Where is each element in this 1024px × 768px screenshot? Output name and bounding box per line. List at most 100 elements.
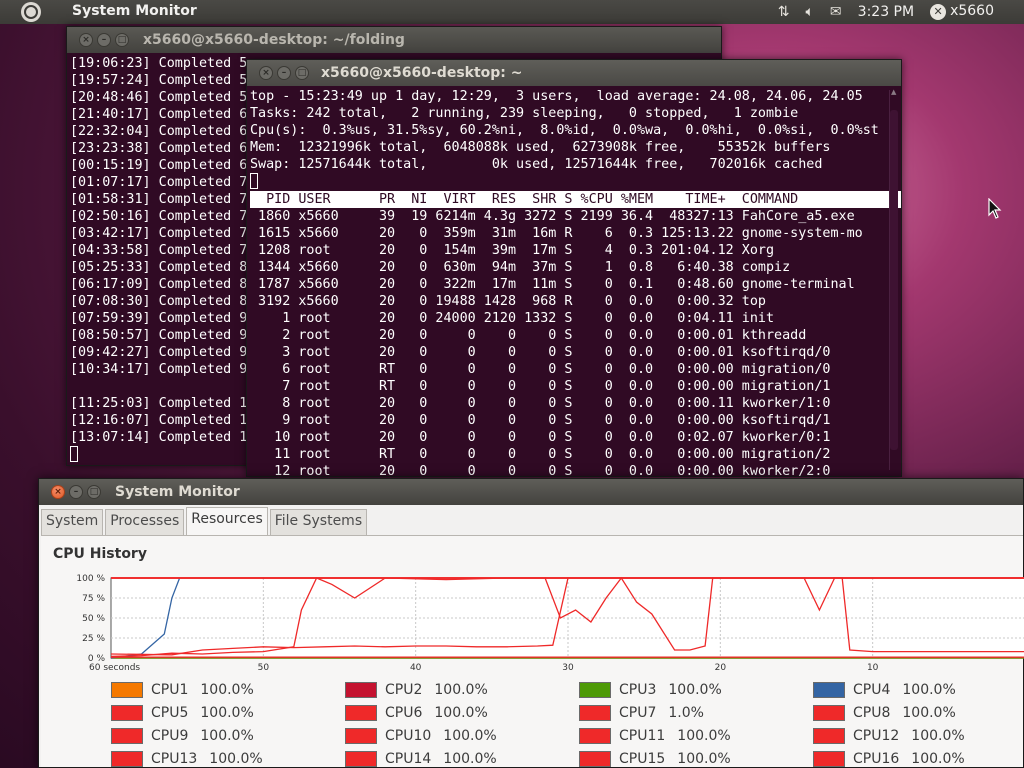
- clock[interactable]: 3:23 PM: [858, 4, 914, 20]
- color-swatch-button[interactable]: [345, 751, 377, 767]
- x-tick-label: 30: [562, 663, 574, 673]
- color-swatch-button[interactable]: [579, 682, 611, 698]
- legend-item-cpu14: CPU14 100.0%: [345, 751, 497, 767]
- top-summary-line: top - 15:23:49 up 1 day, 12:29, 3 users,…: [250, 89, 863, 104]
- color-swatch-button[interactable]: [345, 705, 377, 721]
- color-swatch-button[interactable]: [345, 682, 377, 698]
- tab-bar: System Processes Resources File Systems: [41, 507, 369, 535]
- legend-label: CPU4: [853, 682, 891, 698]
- process-row: 12 root 20 0 0 0 0 S 0 0.0 0:00.00 kwork…: [250, 464, 831, 476]
- legend-item-cpu7: CPU7 1.0%: [579, 705, 704, 721]
- legend-item-cpu5: CPU5 100.0%: [111, 705, 254, 721]
- legend-label: CPU6: [385, 705, 423, 721]
- legend-item-cpu2: CPU2 100.0%: [345, 682, 488, 698]
- color-swatch-button[interactable]: [111, 751, 143, 767]
- top-summary-line: Tasks: 242 total, 2 running, 239 sleepin…: [250, 106, 799, 121]
- legend-item-cpu10: CPU10 100.0%: [345, 728, 497, 744]
- legend-label: CPU1: [151, 682, 189, 698]
- minimize-button[interactable]: –: [69, 485, 83, 499]
- process-row: 1208 root 20 0 154m 39m 17m S 4 0.3 201:…: [250, 243, 775, 258]
- window-title: System Monitor: [115, 484, 240, 500]
- legend-value: 100.0%: [911, 751, 965, 767]
- legend-item-cpu4: CPU4 100.0%: [813, 682, 956, 698]
- tab-processes[interactable]: Processes: [105, 509, 185, 535]
- color-swatch-button[interactable]: [813, 728, 845, 744]
- user-name: x5660: [950, 3, 994, 19]
- process-row: 10 root 20 0 0 0 0 S 0 0.0 0:02.07 kwork…: [250, 430, 831, 445]
- legend-label: CPU2: [385, 682, 423, 698]
- legend-label: CPU8: [853, 705, 891, 721]
- legend-item-cpu8: CPU8 100.0%: [813, 705, 956, 721]
- tab-resources[interactable]: Resources: [186, 507, 268, 535]
- scrollbar-thumb[interactable]: [890, 110, 898, 450]
- color-swatch-button[interactable]: [345, 728, 377, 744]
- legend-label: CPU5: [151, 705, 189, 721]
- top-summary-line: Swap: 12571644k total, 0k used, 12571644…: [250, 157, 823, 172]
- color-swatch-button[interactable]: [813, 682, 845, 698]
- close-button[interactable]: ×: [51, 485, 65, 499]
- mouse-pointer-icon: [988, 198, 1002, 219]
- window-title: x5660@x5660-desktop: ~/folding: [143, 32, 405, 48]
- top-summary-line: Cpu(s): 0.3%us, 31.5%sy, 60.2%ni, 8.0%id…: [250, 123, 879, 138]
- legend-label: CPU15: [619, 751, 666, 767]
- mail-icon[interactable]: ✉: [830, 4, 842, 20]
- color-swatch-button[interactable]: [111, 728, 143, 744]
- color-swatch-button[interactable]: [579, 728, 611, 744]
- system-monitor-window[interactable]: × – □ System Monitor System Processes Re…: [38, 478, 1024, 768]
- terminal-scrollbar[interactable]: [889, 88, 899, 470]
- legend-label: CPU10: [385, 728, 432, 744]
- color-swatch-button[interactable]: [111, 705, 143, 721]
- legend-label: CPU12: [853, 728, 900, 744]
- minimize-button[interactable]: –: [277, 66, 291, 80]
- maximize-button[interactable]: □: [295, 66, 309, 80]
- x-tick-label: 20: [715, 663, 727, 673]
- legend-value: 100.0%: [677, 751, 731, 767]
- legend-value: 100.0%: [434, 682, 488, 698]
- session-icon: ✕: [930, 4, 947, 20]
- maximize-button[interactable]: □: [115, 33, 129, 47]
- process-row: 6 root RT 0 0 0 0 S 0 0.0 0:00.00 migrat…: [250, 362, 831, 377]
- network-icon[interactable]: ⇅: [778, 4, 790, 20]
- window-controls: × – □: [259, 66, 309, 80]
- legend-value: 100.0%: [200, 705, 254, 721]
- panel-indicators: ⇅ 🔈︎ ✉ 3:23 PM ✕ x5660: [778, 3, 994, 20]
- legend-item-cpu15: CPU15 100.0%: [579, 751, 731, 767]
- legend-value: 100.0%: [668, 682, 722, 698]
- maximize-button[interactable]: □: [87, 485, 101, 499]
- close-button[interactable]: ×: [259, 66, 273, 80]
- terminal-cursor: [250, 173, 258, 189]
- top-output[interactable]: top - 15:23:49 up 1 day, 12:29, 3 users,…: [247, 86, 901, 476]
- tab-system[interactable]: System: [41, 509, 104, 535]
- window-titlebar[interactable]: × – □ x5660@x5660-desktop: ~/folding: [67, 27, 721, 53]
- window-titlebar[interactable]: × – □ System Monitor: [39, 479, 1023, 505]
- color-swatch-button[interactable]: [579, 705, 611, 721]
- user-menu[interactable]: ✕ x5660: [930, 3, 994, 20]
- x-tick-label: 50: [258, 663, 270, 673]
- legend-value: 100.0%: [209, 751, 263, 767]
- window-titlebar[interactable]: × – □ x5660@x5660-desktop: ~: [247, 60, 901, 86]
- minimize-button[interactable]: –: [97, 33, 111, 47]
- terminal-window-home[interactable]: × – □ x5660@x5660-desktop: ~ top - 15:23…: [246, 59, 902, 477]
- legend-label: CPU14: [385, 751, 432, 767]
- y-tick-label: 25 %: [82, 634, 105, 644]
- color-swatch-button[interactable]: [111, 682, 143, 698]
- legend-label: CPU16: [853, 751, 900, 767]
- tab-file-systems[interactable]: File Systems: [269, 509, 368, 535]
- process-row: 1615 x5660 20 0 359m 31m 16m R 6 0.3 125…: [250, 226, 863, 241]
- x-tick-label: 10: [867, 663, 879, 673]
- legend-item-cpu12: CPU12 100.0%: [813, 728, 965, 744]
- close-button[interactable]: ×: [79, 33, 93, 47]
- color-swatch-button[interactable]: [579, 751, 611, 767]
- legend-value: 100.0%: [443, 728, 497, 744]
- ubuntu-logo-icon[interactable]: [21, 2, 41, 22]
- process-row: 7 root RT 0 0 0 0 S 0 0.0 0:00.00 migrat…: [250, 379, 831, 394]
- process-row: 1344 x5660 20 0 630m 94m 37m S 1 0.8 6:4…: [250, 260, 791, 275]
- window-controls: × – □: [79, 33, 129, 47]
- process-row: 1787 x5660 20 0 322m 17m 11m S 0 0.1 0:4…: [250, 277, 855, 292]
- color-swatch-button[interactable]: [813, 705, 845, 721]
- process-row: 3192 x5660 20 0 19488 1428 968 R 0 0.0 0…: [250, 294, 766, 309]
- process-row: 8 root 20 0 0 0 0 S 0 0.0 0:00.11 kworke…: [250, 396, 831, 411]
- color-swatch-button[interactable]: [813, 751, 845, 767]
- volume-icon[interactable]: 🔈︎: [806, 4, 814, 20]
- legend-item-cpu1: CPU1 100.0%: [111, 682, 254, 698]
